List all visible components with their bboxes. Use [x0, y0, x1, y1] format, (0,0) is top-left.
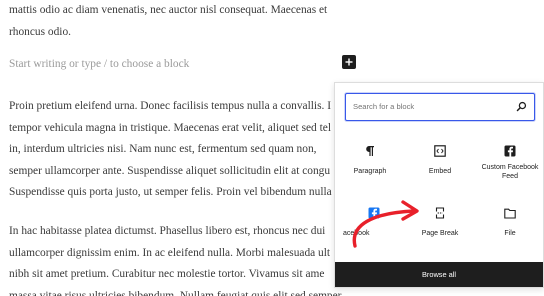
empty-block-placeholder[interactable]: Start writing or type / to choose a bloc…	[9, 58, 189, 70]
block-item-label: acebook	[343, 230, 370, 237]
block-item-label: Embed	[428, 168, 452, 175]
block-item-file[interactable]: File	[475, 203, 544, 261]
block-item-page-break[interactable]: Page Break	[405, 203, 475, 261]
plus-icon	[345, 58, 353, 66]
block-item-label: Page Break	[421, 230, 459, 237]
block-item-custom-facebook-feed[interactable]: Custom Facebook Feed	[475, 141, 544, 199]
facebook-icon	[504, 145, 516, 157]
add-block-button[interactable]	[342, 55, 356, 69]
block-search-box	[345, 93, 535, 121]
embed-icon	[434, 145, 446, 157]
block-inserter-popover: Paragraph Embed Custom Facebook Feed	[334, 82, 544, 288]
search-icon	[516, 101, 527, 112]
page-break-icon	[434, 207, 446, 219]
block-item-label: File	[504, 230, 516, 237]
block-search-input[interactable]	[346, 94, 506, 119]
block-item-embed[interactable]: Embed	[405, 141, 475, 199]
block-item-paragraph[interactable]: Paragraph	[335, 141, 405, 199]
block-item-label: Paragraph	[353, 168, 387, 175]
paragraph-block[interactable]: mattis odio ac diam venenatis, nec aucto…	[9, 0, 429, 43]
paragraph-icon	[364, 145, 376, 157]
block-item-facebook[interactable]: acebook	[335, 203, 405, 261]
browse-all-button[interactable]: Browse all	[335, 262, 543, 287]
paragraph-line: mattis odio ac diam venenatis, nec aucto…	[9, 4, 328, 16]
facebook-icon	[368, 207, 380, 219]
block-item-label: Custom Facebook Feed	[481, 164, 539, 180]
folder-icon	[504, 207, 516, 219]
paragraph-line: rhoncus odio.	[9, 25, 72, 38]
